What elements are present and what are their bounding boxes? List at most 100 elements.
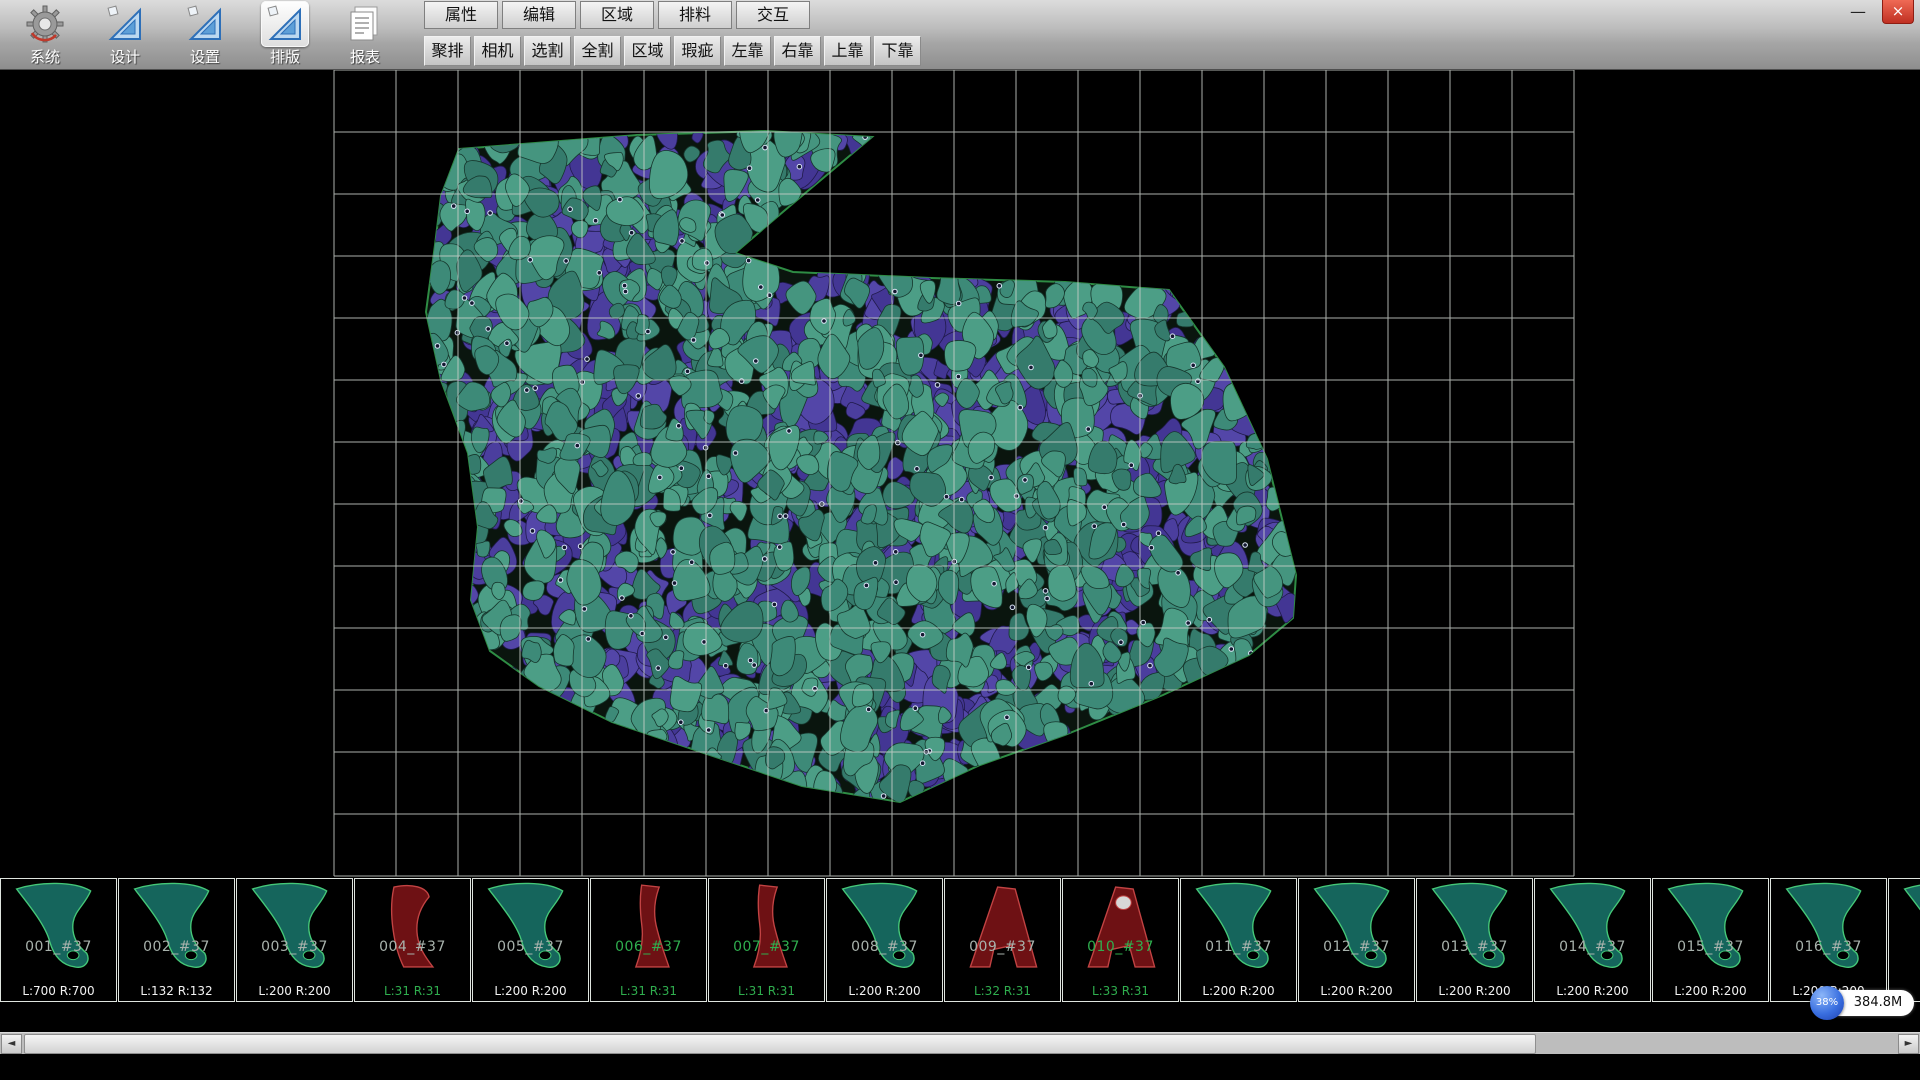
thumbnail-part-3[interactable]: 003_#37L:200 R:200 (236, 878, 353, 1002)
part-lr-count: L:31 R:31 (709, 984, 824, 998)
tool-button-1[interactable]: 聚排 (424, 36, 471, 66)
part-lr-count: L:31 R:31 (591, 984, 706, 998)
thumbnail-part-4[interactable]: 004_#37L:31 R:31 (354, 878, 471, 1002)
part-lr-count: L:33 R:31 (1063, 984, 1178, 998)
part-lr-count: L:32 R:31 (945, 984, 1060, 998)
part-shape (1063, 879, 1178, 977)
thumbnail-part-1[interactable]: 001_#37 L:700 R:700 (0, 878, 117, 1002)
gear-icon (21, 1, 69, 47)
part-name: 014_#37 (1535, 939, 1650, 955)
thumbnail-part-5[interactable]: 005_#37 L:200 R:200 (472, 878, 589, 1002)
part-shape (355, 879, 470, 977)
tool-button-2[interactable]: 相机 (474, 36, 521, 66)
tool-button-9[interactable]: 上靠 (824, 36, 871, 66)
part-name: 009_#37 (945, 939, 1060, 955)
part-shape (827, 879, 942, 977)
part-lr-count: L:200 R:200 (1181, 984, 1296, 998)
part-shape (1653, 879, 1768, 977)
thumbnail-part-2[interactable]: 002_#37L:132 R:132 (118, 878, 235, 1002)
report-icon (341, 1, 389, 47)
part-name: 012_#37 (1299, 939, 1414, 955)
progress-badge: 38% (1810, 986, 1844, 1020)
part-name: 001_#37 (1, 939, 116, 955)
app-tab-5[interactable]: 报表 (328, 0, 402, 70)
app-window: 系统设计设置排版报表 属性编辑区域排料交互 聚排相机选割全割区域瑕疵左靠右靠上靠… (0, 0, 1920, 1080)
part-name: 015_#37 (1653, 939, 1768, 955)
thumbnail-part-8[interactable]: 008_#37 L:200 R:200 (826, 878, 943, 1002)
part-name: 016_#37 (1771, 939, 1886, 955)
part-name: 011_#37 (1181, 939, 1296, 955)
part-lr-count: L:200 R:200 (827, 984, 942, 998)
part-shape (1889, 879, 1920, 977)
part-shape (591, 879, 706, 977)
thumbnail-part-17[interactable] (1888, 878, 1920, 1002)
menu-button-2[interactable]: 编辑 (502, 1, 576, 29)
part-lr-count: L:200 R:200 (473, 984, 588, 998)
set-square-icon (181, 1, 229, 47)
part-lr-count: L:200 R:200 (1417, 984, 1532, 998)
app-tab-1[interactable]: 系统 (8, 0, 82, 70)
thumbnail-part-13[interactable]: 013_#37 L:200 R:200 (1416, 878, 1533, 1002)
part-name: 010_#37 (1063, 939, 1178, 955)
thumbnail-part-6[interactable]: 006_#37 L:31 R:31 (590, 878, 707, 1002)
app-tab-label: 设置 (168, 47, 242, 67)
horizontal-scrollbar[interactable]: ◄ ► (0, 1032, 1920, 1054)
menu-button-4[interactable]: 排料 (658, 1, 732, 29)
scroll-left-arrow[interactable]: ◄ (1, 1034, 22, 1054)
part-shape (1, 879, 116, 977)
app-tab-3[interactable]: 设置 (168, 0, 242, 70)
thumbnail-part-16[interactable]: 016_#37L:200 R:200 (1770, 878, 1887, 1002)
thumbnail-part-10[interactable]: 010_#37 L:33 R:31 (1062, 878, 1179, 1002)
tool-button-7[interactable]: 左靠 (724, 36, 771, 66)
part-name: 013_#37 (1417, 939, 1532, 955)
thumbnail-part-7[interactable]: 007_#37 L:31 R:31 (708, 878, 825, 1002)
part-shape (1299, 879, 1414, 977)
tool-button-10[interactable]: 下靠 (874, 36, 921, 66)
tool-button-4[interactable]: 全割 (574, 36, 621, 66)
thumbnail-part-9[interactable]: 009_#37 L:32 R:31 (944, 878, 1061, 1002)
menu-button-5[interactable]: 交互 (736, 1, 810, 29)
status-indicator: 384.8M 38% (1810, 986, 1914, 1020)
part-lr-count: L:700 R:700 (1, 984, 116, 998)
part-shape (1771, 879, 1886, 977)
tool-button-3[interactable]: 选割 (524, 36, 571, 66)
part-shape (709, 879, 824, 977)
part-name: 008_#37 (827, 939, 942, 955)
part-shape (1417, 879, 1532, 977)
set-square-icon (101, 1, 149, 47)
part-lr-count: L:200 R:200 (1535, 984, 1650, 998)
part-name: 005_#37 (473, 939, 588, 955)
part-shape (1535, 879, 1650, 977)
part-name: 004_#37 (355, 939, 470, 955)
menu-button-1[interactable]: 属性 (424, 1, 498, 29)
thumbnail-part-15[interactable]: 015_#37L:200 R:200 (1652, 878, 1769, 1002)
scroll-right-arrow[interactable]: ► (1898, 1034, 1919, 1054)
thumbnail-part-14[interactable]: 014_#37 L:200 R:200 (1534, 878, 1651, 1002)
part-shape (473, 879, 588, 977)
app-tab-label: 设计 (88, 47, 162, 67)
app-tab-4[interactable]: 排版 (248, 0, 322, 70)
thumbnail-part-12[interactable]: 012_#37 L:200 R:200 (1298, 878, 1415, 1002)
tool-bar: 聚排相机选割全割区域瑕疵左靠右靠上靠下靠 (424, 36, 924, 66)
app-tab-label: 报表 (328, 47, 402, 67)
set-square-icon (261, 1, 309, 47)
app-tab-2[interactable]: 设计 (88, 0, 162, 70)
menu-button-3[interactable]: 区域 (580, 1, 654, 29)
part-shape (1181, 879, 1296, 977)
part-name: 006_#37 (591, 939, 706, 955)
minimize-button[interactable]: — (1842, 2, 1874, 24)
thumbnail-part-11[interactable]: 011_#37 L:200 R:200 (1180, 878, 1297, 1002)
part-name: 003_#37 (237, 939, 352, 955)
part-shape (119, 879, 234, 977)
app-tab-label: 排版 (248, 47, 322, 67)
part-name: 007_#37 (709, 939, 824, 955)
close-button[interactable]: × (1882, 0, 1914, 24)
tool-button-6[interactable]: 瑕疵 (674, 36, 721, 66)
part-lr-count: L:200 R:200 (1299, 984, 1414, 998)
part-shape (237, 879, 352, 977)
tool-button-8[interactable]: 右靠 (774, 36, 821, 66)
tool-button-5[interactable]: 区域 (624, 36, 671, 66)
menu-bar: 属性编辑区域排料交互 (424, 1, 814, 30)
scrollbar-thumb[interactable] (24, 1034, 1536, 1054)
part-name: 002_#37 (119, 939, 234, 955)
